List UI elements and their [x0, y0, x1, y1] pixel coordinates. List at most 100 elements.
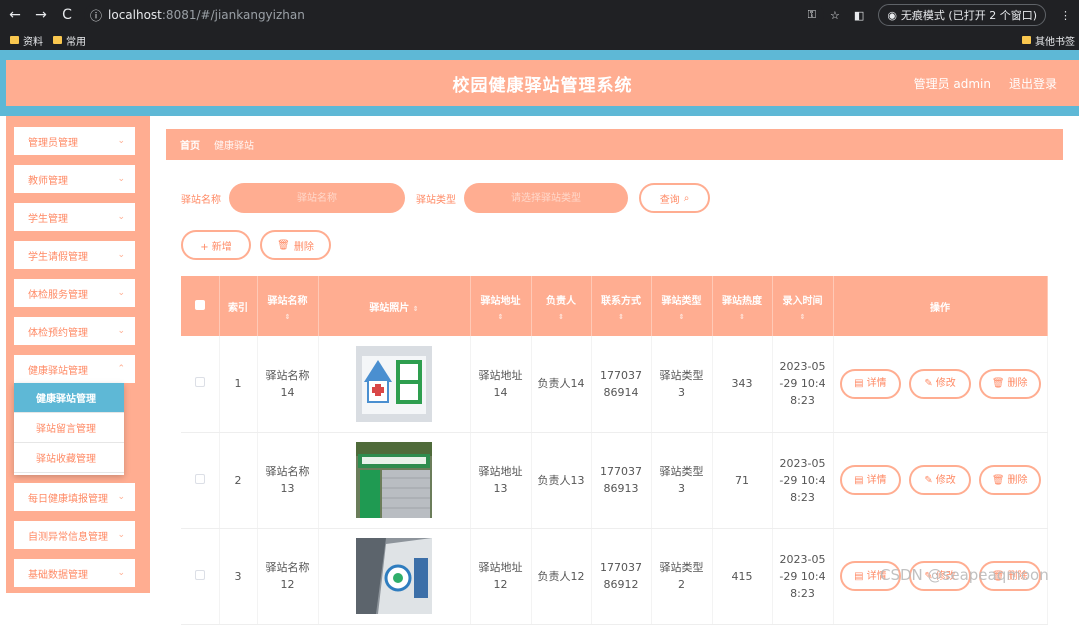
query-button-label: 查询	[659, 194, 680, 206]
search-type-select[interactable]	[464, 183, 628, 213]
col-contact-label: 联系方式	[601, 295, 641, 307]
bookmark-label: 资料	[23, 36, 43, 48]
app-title: 校园健康驿站管理系统	[452, 75, 633, 96]
cell-address: 驿站地址12	[470, 528, 532, 625]
sidebar-item-checkup-service[interactable]: 体检服务管理 ⌄	[14, 279, 135, 307]
pencil-icon: ✎	[924, 474, 933, 486]
select-all-cell[interactable]	[181, 276, 220, 336]
logout-link[interactable]: 退出登录	[1009, 75, 1057, 92]
address-bar[interactable]: ⓘ localhost :8081/#/jiankangyizhan	[84, 4, 824, 26]
sidebar-item-leave[interactable]: 学生请假管理 ⌄	[14, 241, 135, 269]
info-icon: ⓘ	[90, 8, 103, 23]
trash-icon: 🗑	[991, 378, 1005, 390]
chevron-down-icon: ⌄	[117, 568, 125, 578]
cell-time: 2023-05-29 10:48:23	[772, 432, 834, 529]
col-photo[interactable]: 驿站照片 ⇕	[318, 276, 471, 336]
col-time[interactable]: 录入时间 ⇕	[772, 276, 834, 336]
sidebar-item-station[interactable]: 健康驿站管理 ⌃	[14, 355, 135, 383]
sort-icon[interactable]: ⇕	[777, 313, 829, 321]
back-icon[interactable]: ←	[8, 7, 22, 23]
sidebar-item-label: 健康驿站管理	[28, 365, 88, 377]
sidebar-item-label: 体检服务管理	[28, 289, 88, 301]
edit-label: 修改	[935, 378, 956, 390]
other-bookmarks[interactable]: 其他书签	[1022, 33, 1075, 48]
col-owner-label: 负责人	[546, 295, 576, 307]
sort-icon[interactable]: ⇕	[656, 313, 708, 321]
bookmark-folder[interactable]: 资料	[10, 33, 43, 48]
cell-index: 2	[219, 432, 258, 529]
station-photo[interactable]	[356, 442, 432, 518]
delete-button[interactable]: 🗑 删除	[978, 368, 1041, 399]
row-checkbox[interactable]	[194, 569, 205, 580]
key-icon[interactable]: ⚿	[808, 8, 816, 22]
sort-icon[interactable]: ⇕	[475, 313, 527, 321]
sidebar-item-base-data[interactable]: 基础数据管理 ⌄	[14, 559, 135, 587]
sidebar-item-label: 学生管理	[28, 213, 68, 225]
row-checkbox[interactable]	[194, 377, 205, 388]
add-button[interactable]: + 新增	[181, 230, 251, 260]
submenu-item-station[interactable]: 健康驿站管理	[14, 383, 124, 413]
col-heat[interactable]: 驿站热度 ⇕	[712, 276, 773, 336]
cell-owner: 负责人13	[531, 432, 592, 529]
query-button[interactable]: 查询 ⌕	[639, 183, 710, 213]
sidebar-item-admin[interactable]: 管理员管理 ⌄	[14, 127, 135, 155]
star-icon[interactable]: ☆	[830, 9, 840, 22]
col-time-label: 录入时间	[782, 295, 823, 307]
search-name-group: 驿站名称	[181, 183, 405, 213]
cell-contact: 17703786914	[591, 336, 652, 433]
batch-delete-button[interactable]: 🗑 删除	[260, 230, 331, 260]
bookmark-folder[interactable]: 常用	[53, 33, 86, 48]
document-icon: ▤	[854, 378, 864, 390]
sidepanel-icon[interactable]: ◧	[854, 9, 864, 22]
delete-button[interactable]: 🗑 删除	[978, 465, 1041, 495]
select-all-checkbox[interactable]	[194, 299, 205, 310]
station-photo[interactable]	[356, 345, 432, 422]
station-photo[interactable]	[356, 538, 432, 614]
col-address[interactable]: 驿站地址 ⇕	[470, 276, 532, 336]
sort-icon[interactable]: ⇕	[262, 313, 314, 321]
row-checkbox[interactable]	[194, 473, 205, 484]
row-select-cell[interactable]	[181, 336, 220, 433]
edit-button[interactable]: ✎ 修改	[909, 465, 971, 495]
sidebar-item-student[interactable]: 学生管理 ⌄	[14, 203, 135, 231]
col-owner[interactable]: 负责人 ⇕	[531, 276, 592, 336]
col-index: 索引	[219, 276, 258, 336]
submenu-item-message[interactable]: 驿站留言管理	[14, 413, 124, 443]
detail-button[interactable]: ▤ 详情	[839, 368, 902, 399]
submenu-item-favorite[interactable]: 驿站收藏管理	[14, 443, 124, 473]
sort-icon[interactable]: ⇕	[536, 313, 587, 321]
cell-heat: 415	[712, 528, 773, 625]
search-type-label: 驿站类型	[416, 194, 456, 206]
sidebar-item-teacher[interactable]: 教师管理 ⌄	[14, 165, 135, 193]
trash-icon: 🗑	[991, 474, 1005, 486]
sidebar-item-checkup-booking[interactable]: 体检预约管理 ⌄	[14, 317, 135, 345]
col-name-label: 驿站名称	[267, 295, 308, 307]
row-select-cell[interactable]	[181, 528, 220, 625]
col-type[interactable]: 驿站类型 ⇕	[651, 276, 713, 336]
search-name-input[interactable]	[229, 183, 405, 213]
reload-icon[interactable]: C	[60, 7, 74, 23]
sort-icon[interactable]: ⇕	[717, 313, 768, 321]
edit-button[interactable]: ✎ 修改	[909, 368, 971, 399]
forward-icon[interactable]: →	[34, 7, 48, 23]
station-submenu: 健康驿站管理 驿站留言管理 驿站收藏管理	[14, 383, 124, 475]
cell-heat: 343	[712, 336, 773, 433]
menu-icon[interactable]: ⋮	[1060, 9, 1071, 22]
col-name[interactable]: 驿站名称 ⇕	[257, 276, 319, 336]
table-row: 2 驿站名称13 驿站地址13 负责人13 17703786913 驿站类型3 …	[181, 432, 1048, 529]
app-header: 校园健康驿站管理系统 管理员 admin 退出登录	[6, 60, 1079, 106]
sidebar-item-daily-report[interactable]: 每日健康填报管理 ⌄	[14, 483, 135, 511]
chevron-down-icon: ⌄	[117, 326, 125, 336]
row-select-cell[interactable]	[181, 432, 220, 529]
trash-icon: 🗑	[277, 239, 290, 251]
incognito-badge[interactable]: ◉ 无痕模式 (已打开 2 个窗口)	[878, 4, 1046, 26]
sort-icon[interactable]: ⇕	[596, 313, 647, 321]
sort-icon[interactable]: ⇕	[413, 305, 419, 313]
sidebar-item-label: 体检预约管理	[28, 327, 88, 339]
chevron-up-icon: ⌃	[117, 364, 125, 374]
breadcrumb-home[interactable]: 首页	[180, 137, 200, 152]
detail-button[interactable]: ▤ 详情	[839, 465, 902, 495]
col-contact[interactable]: 联系方式 ⇕	[591, 276, 652, 336]
sidebar-item-self-test[interactable]: 自测异常信息管理 ⌄	[14, 521, 135, 549]
sidebar-item-label: 基础数据管理	[28, 569, 88, 581]
